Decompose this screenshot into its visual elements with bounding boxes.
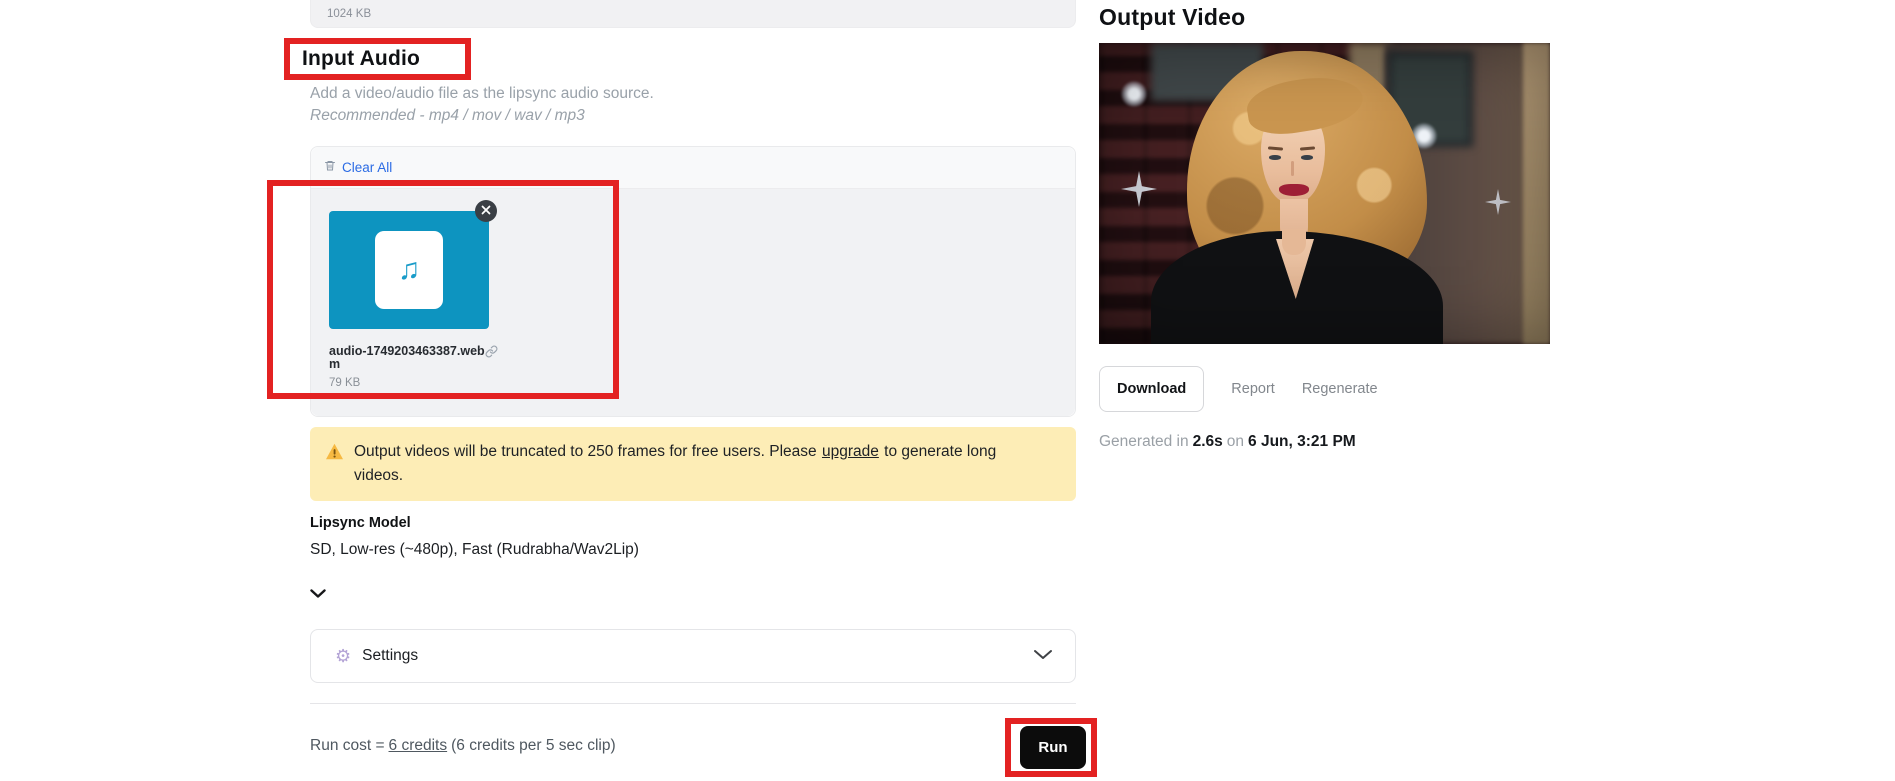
generation-status: Generated in 2.6s on 6 Jun, 3:21 PM xyxy=(1099,433,1550,451)
report-button[interactable]: Report xyxy=(1231,381,1275,397)
input-audio-recommended-formats: Recommended - mp4 / mov / wav / mp3 xyxy=(310,107,585,124)
previous-file-size: 1024 KB xyxy=(327,7,372,20)
clear-all-button[interactable]: Clear All xyxy=(324,159,392,177)
upload-panel-body: ♫ audio-1749203463387.webm 79 KB xyxy=(311,189,1075,416)
music-note-icon: ♫ xyxy=(397,253,421,286)
warning-triangle-icon xyxy=(325,443,344,465)
audio-file-size: 79 KB xyxy=(329,377,361,389)
lipsync-model-label: Lipsync Model xyxy=(310,515,411,531)
run-cost-prefix: Run cost = xyxy=(310,737,385,754)
regenerate-button[interactable]: Regenerate xyxy=(1302,381,1378,397)
input-audio-section: 1024 KB Input Audio Add a video/audio fi… xyxy=(302,0,1076,755)
output-video-title: Output Video xyxy=(1099,4,1246,30)
audio-upload-panel: Clear All ♫ audio-1749203463387.webm 79 … xyxy=(310,146,1076,417)
trash-icon xyxy=(324,159,336,177)
audio-file-name-text: audio-1749203463387.webm xyxy=(329,344,485,371)
close-icon xyxy=(481,202,491,220)
generated-on: on xyxy=(1226,433,1245,450)
audio-file-name: audio-1749203463387.webm xyxy=(329,344,498,371)
run-cost-suffix: (6 credits per 5 sec clip) xyxy=(451,737,616,754)
settings-accordion[interactable]: ⚙ Settings xyxy=(310,629,1076,683)
input-audio-title: Input Audio xyxy=(302,47,421,70)
photo-vignette xyxy=(1099,43,1550,344)
credits-link[interactable]: 6 credits xyxy=(389,737,448,754)
upload-panel-header: Clear All xyxy=(311,147,1075,189)
warning-text-part1: Output videos will be truncated to 250 f… xyxy=(354,443,817,460)
download-button[interactable]: Download xyxy=(1099,366,1205,412)
remove-file-button[interactable] xyxy=(475,200,497,222)
output-actions: Download Report Regenerate xyxy=(1099,366,1550,412)
upgrade-link[interactable]: upgrade xyxy=(822,443,879,460)
output-video-section: Output Video Download Report Regenerate xyxy=(1099,0,1550,451)
collapse-chevron-button[interactable] xyxy=(310,585,328,603)
run-cost-text: Run cost = 6 credits (6 credits per 5 sec … xyxy=(310,737,1076,755)
clear-all-label: Clear All xyxy=(342,160,393,175)
audio-file-tile[interactable]: ♫ xyxy=(329,200,497,329)
run-button[interactable]: Run xyxy=(1020,726,1086,769)
chevron-down-icon xyxy=(310,585,326,602)
settings-chevron-down-icon xyxy=(1033,647,1053,665)
free-user-warning-banner: Output videos will be truncated to 250 f… xyxy=(310,427,1076,501)
generated-prefix: Generated in xyxy=(1099,433,1189,450)
footer-divider xyxy=(310,703,1076,704)
settings-label: Settings xyxy=(362,647,419,664)
uploaded-audio-item: ♫ audio-1749203463387.webm 79 KB xyxy=(329,200,499,389)
warning-message: Output videos will be truncated to 250 f… xyxy=(354,440,1002,488)
previous-file-card-bottom: 1024 KB xyxy=(310,0,1076,28)
input-audio-description: Add a video/audio file as the lipsync au… xyxy=(310,85,654,102)
audio-file-thumbnail: ♫ xyxy=(375,231,443,309)
output-video-preview[interactable] xyxy=(1099,43,1550,344)
link-icon[interactable] xyxy=(485,345,498,361)
generated-duration: 2.6s xyxy=(1192,433,1223,450)
gear-icon: ⚙ xyxy=(335,646,352,666)
generated-datetime: 6 Jun, 3:21 PM xyxy=(1248,433,1356,450)
lipsync-model-value[interactable]: SD, Low-res (~480p), Fast (Rudrabha/Wav2… xyxy=(310,541,1076,559)
